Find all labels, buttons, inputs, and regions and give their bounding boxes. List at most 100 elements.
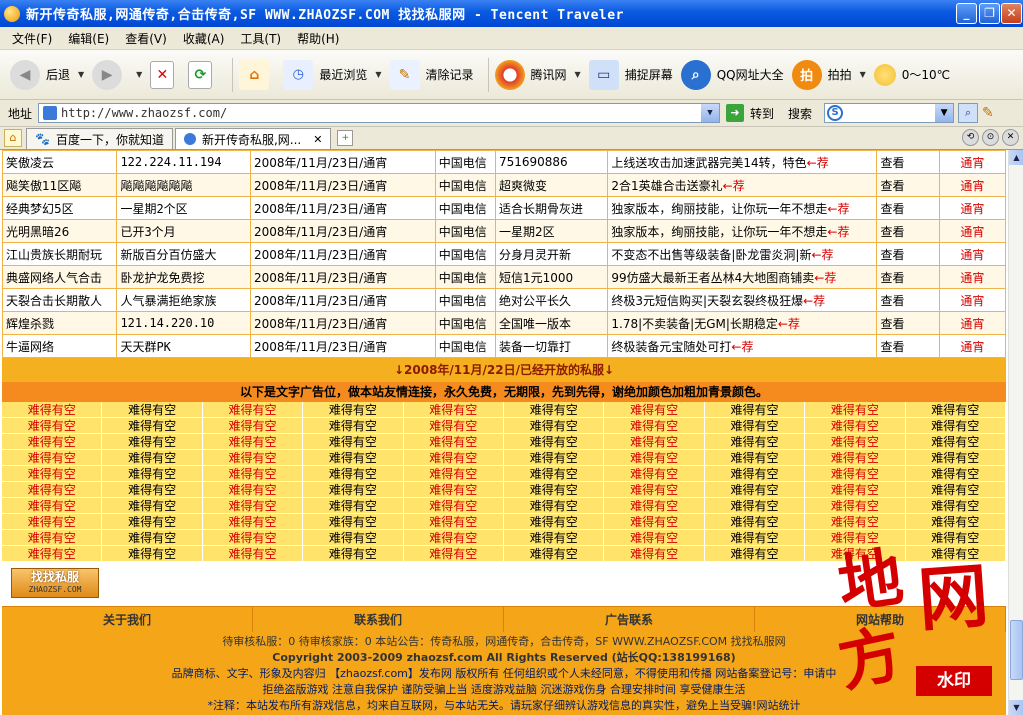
tab-menu-icon[interactable]: ⊙ [982, 129, 999, 146]
view-link[interactable]: 查看 [876, 173, 940, 197]
text-ad-slot[interactable]: 难得有空 [704, 498, 806, 514]
text-ad-slot[interactable]: 难得有空 [905, 530, 1006, 546]
text-ad-slot[interactable]: 难得有空 [2, 498, 103, 514]
tab-restore-icon[interactable]: ⟲ [962, 129, 979, 146]
text-ad-slot[interactable]: 难得有空 [504, 546, 605, 562]
text-ad-slot[interactable]: 难得有空 [303, 514, 404, 530]
text-ad-slot[interactable]: 难得有空 [303, 450, 404, 466]
menu-view[interactable]: 查看(V) [125, 30, 167, 47]
clear-history-button[interactable]: ✎ 清除记录 [389, 59, 474, 90]
text-ad-slot[interactable]: 难得有空 [102, 498, 203, 514]
text-ad-slot[interactable]: 难得有空 [202, 514, 304, 530]
forward-button[interactable]: ▶ ▼ [92, 59, 142, 90]
text-ad-slot[interactable]: 难得有空 [805, 498, 906, 514]
text-ad-slot[interactable]: 难得有空 [704, 530, 806, 546]
text-ad-slot[interactable]: 难得有空 [604, 530, 705, 546]
close-button[interactable]: ✕ [1001, 3, 1022, 24]
text-ad-slot[interactable]: 难得有空 [303, 434, 404, 450]
view-link[interactable]: 查看 [876, 265, 940, 289]
site-logo[interactable]: 找找私服 ZHAOZSF.COM [11, 568, 99, 598]
scroll-down-icon[interactable]: ▼ [1009, 700, 1023, 715]
footer-ads-link[interactable]: 广告联系 [504, 607, 755, 633]
go-button[interactable]: ➜ 转到 [726, 104, 774, 122]
text-ad-slot[interactable]: 难得有空 [403, 546, 504, 562]
text-ad-slot[interactable]: 难得有空 [102, 450, 203, 466]
text-ad-slot[interactable]: 难得有空 [303, 482, 404, 498]
server-type-link[interactable]: 通宵 [938, 196, 1007, 220]
paipai-button[interactable]: 拍 拍拍 ▼ [791, 59, 866, 90]
text-ad-slot[interactable]: 难得有空 [403, 402, 504, 418]
text-ad-slot[interactable]: 难得有空 [805, 418, 906, 434]
menu-edit[interactable]: 编辑(E) [68, 30, 109, 47]
text-ad-slot[interactable]: 难得有空 [202, 466, 304, 482]
footer-contact-link[interactable]: 联系我们 [253, 607, 504, 633]
server-type-link[interactable]: 通宵 [938, 242, 1007, 266]
text-ad-slot[interactable]: 难得有空 [202, 530, 304, 546]
close-tab-icon[interactable]: ✕ [313, 133, 322, 146]
text-ad-slot[interactable]: 难得有空 [202, 402, 304, 418]
weather-widget[interactable]: 0～10℃ [873, 63, 950, 86]
text-ad-slot[interactable]: 难得有空 [102, 466, 203, 482]
text-ad-slot[interactable]: 难得有空 [604, 482, 705, 498]
text-ad-slot[interactable]: 难得有空 [102, 418, 203, 434]
text-ad-slot[interactable]: 难得有空 [202, 482, 304, 498]
text-ad-slot[interactable]: 难得有空 [504, 450, 605, 466]
text-ad-slot[interactable]: 难得有空 [303, 466, 404, 482]
text-ad-slot[interactable]: 难得有空 [2, 514, 103, 530]
capture-button[interactable]: ▭ 捕捉屏幕 [588, 59, 673, 90]
text-ad-slot[interactable]: 难得有空 [604, 402, 705, 418]
text-ad-slot[interactable]: 难得有空 [102, 514, 203, 530]
text-ad-slot[interactable]: 难得有空 [403, 434, 504, 450]
text-ad-slot[interactable]: 难得有空 [504, 530, 605, 546]
server-type-link[interactable]: 通宵 [938, 288, 1007, 312]
text-ad-slot[interactable]: 难得有空 [905, 418, 1006, 434]
scroll-thumb[interactable] [1010, 620, 1023, 680]
view-link[interactable]: 查看 [876, 196, 940, 220]
text-ad-slot[interactable]: 难得有空 [504, 418, 605, 434]
text-ad-slot[interactable]: 难得有空 [504, 498, 605, 514]
tab-zhaozsf[interactable]: 新开传奇私服,网... ✕ [174, 128, 332, 149]
text-ad-slot[interactable]: 难得有空 [704, 546, 806, 562]
text-ad-slot[interactable]: 难得有空 [905, 498, 1006, 514]
stop-button[interactable]: ✕ [150, 60, 180, 89]
text-ad-slot[interactable]: 难得有空 [805, 530, 906, 546]
text-ad-slot[interactable]: 难得有空 [2, 546, 103, 562]
text-ad-slot[interactable]: 难得有空 [403, 482, 504, 498]
chevron-down-icon[interactable]: ▼ [935, 104, 954, 122]
text-ad-slot[interactable]: 难得有空 [102, 402, 203, 418]
menu-tools[interactable]: 工具(T) [240, 30, 281, 47]
text-ad-slot[interactable]: 难得有空 [403, 450, 504, 466]
menu-file[interactable]: 文件(F) [12, 30, 52, 47]
text-ad-slot[interactable]: 难得有空 [704, 482, 806, 498]
text-ad-slot[interactable]: 难得有空 [905, 466, 1006, 482]
text-ad-slot[interactable]: 难得有空 [403, 466, 504, 482]
text-ad-slot[interactable]: 难得有空 [805, 450, 906, 466]
chevron-down-icon[interactable]: ▼ [701, 104, 720, 122]
menu-help[interactable]: 帮助(H) [297, 30, 339, 47]
text-ad-slot[interactable]: 难得有空 [604, 498, 705, 514]
text-ad-slot[interactable]: 难得有空 [905, 402, 1006, 418]
text-ad-slot[interactable]: 难得有空 [805, 434, 906, 450]
refresh-button[interactable]: ⟳ [188, 60, 218, 89]
text-ad-slot[interactable]: 难得有空 [805, 546, 906, 562]
text-ad-slot[interactable]: 难得有空 [2, 450, 103, 466]
qq-sites-button[interactable]: ⌕ QQ网址大全 [680, 59, 784, 90]
text-ad-slot[interactable]: 难得有空 [704, 514, 806, 530]
text-ad-slot[interactable]: 难得有空 [805, 482, 906, 498]
text-ad-slot[interactable]: 难得有空 [805, 514, 906, 530]
scroll-up-icon[interactable]: ▲ [1009, 150, 1023, 165]
text-ad-slot[interactable]: 难得有空 [2, 482, 103, 498]
text-ad-slot[interactable]: 难得有空 [604, 514, 705, 530]
text-ad-slot[interactable]: 难得有空 [504, 402, 605, 418]
text-ad-slot[interactable]: 难得有空 [704, 466, 806, 482]
text-ad-slot[interactable]: 难得有空 [2, 402, 103, 418]
text-ad-slot[interactable]: 难得有空 [2, 530, 103, 546]
text-ad-slot[interactable]: 难得有空 [905, 482, 1006, 498]
text-ad-slot[interactable]: 难得有空 [704, 418, 806, 434]
server-type-link[interactable]: 通宵 [938, 334, 1007, 358]
minimize-button[interactable]: _ [956, 3, 977, 24]
home-button[interactable]: ⌂ [239, 59, 275, 90]
text-ad-slot[interactable]: 难得有空 [202, 498, 304, 514]
text-ad-slot[interactable]: 难得有空 [905, 450, 1006, 466]
text-ad-slot[interactable]: 难得有空 [604, 466, 705, 482]
